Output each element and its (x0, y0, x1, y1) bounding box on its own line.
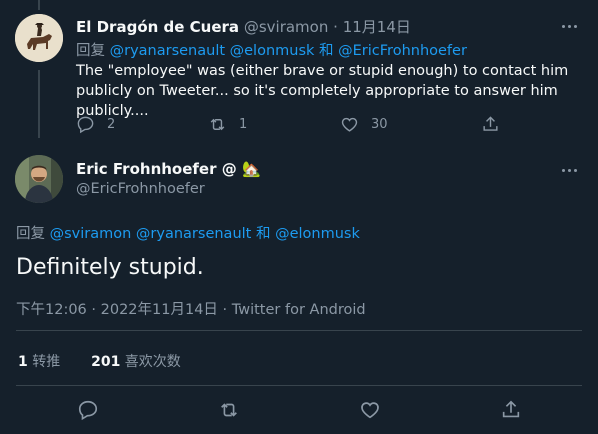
mention-link[interactable]: @sviramon (50, 226, 132, 242)
separator: · (91, 302, 97, 318)
more-icon-dot (568, 169, 571, 172)
replying-joiner: 和 (319, 43, 334, 59)
more-icon (562, 25, 565, 28)
more-options-button[interactable] (560, 160, 580, 180)
engagement-stats: 1 转推 201 喜欢次数 (18, 351, 181, 371)
replying-to: 回复 @sviramon @ryanarsenault 和 @elonmusk (16, 222, 360, 243)
replying-prefix: 回复 (76, 43, 105, 59)
house-icon: 🏡 (241, 160, 261, 178)
main-tweet-text: Definitely stupid. (16, 255, 204, 280)
divider (16, 385, 582, 386)
reply-tweet-text: The "employee" was (either brave or stup… (76, 63, 569, 119)
author-name-text: Eric Frohnhoefer @ (76, 160, 237, 178)
mention-link[interactable]: @ryanarsenault (110, 43, 225, 59)
replying-joiner: 和 (255, 226, 271, 242)
like-count: 30 (371, 116, 388, 132)
share-button[interactable] (500, 399, 522, 421)
reply-icon (78, 400, 98, 421)
person-photo-icon (15, 155, 63, 203)
more-icon-dot (568, 25, 571, 28)
more-icon-dot (574, 25, 577, 28)
retweets-stat[interactable]: 1 转推 (18, 354, 60, 370)
reply-count: 2 (107, 116, 116, 132)
replying-to: 回复 @ryanarsenault @elonmusk 和 @EricFrohn… (76, 39, 467, 60)
tweet-source[interactable]: Twitter for Android (232, 302, 366, 318)
divider (16, 330, 582, 331)
author-handle[interactable]: @EricFrohnhoefer (76, 181, 205, 197)
mention-link[interactable]: @EricFrohnhoefer (338, 43, 467, 59)
tweet-meta: 下午12:06 · 2022年11月14日 · Twitter for Andr… (16, 298, 366, 319)
like-button[interactable]: 30 (340, 113, 388, 135)
like-icon (341, 117, 358, 132)
author-name[interactable]: Eric Frohnhoefer @ 🏡 (76, 160, 261, 178)
reply-icon (77, 116, 94, 133)
reply-button[interactable]: 2 (76, 113, 115, 135)
retweet-icon (221, 403, 237, 417)
mention-link[interactable]: @ryanarsenault (136, 226, 251, 242)
reply-tweet-header: El Dragón de Cuera @sviramon · 11月14日 (76, 16, 411, 37)
retweet-button[interactable] (218, 399, 240, 421)
main-tweet-actions (0, 399, 598, 423)
reply-tweet-actions: 2 1 30 (76, 113, 516, 135)
likes-count: 201 (91, 354, 121, 370)
mention-link[interactable]: @elonmusk (230, 43, 315, 59)
author-handle[interactable]: @sviramon (244, 18, 329, 36)
tweet-date[interactable]: 11月14日 (343, 18, 411, 36)
separator: · (222, 302, 228, 318)
tweet-time[interactable]: 下午12:06 (16, 302, 87, 318)
retweet-button[interactable]: 1 (208, 113, 247, 135)
reply-button[interactable] (77, 399, 99, 421)
retweets-count: 1 (18, 354, 28, 370)
share-icon (483, 115, 498, 131)
horse-rider-icon (15, 14, 63, 62)
retweet-icon (210, 118, 225, 130)
more-icon (562, 169, 565, 172)
more-icon-dot (574, 169, 577, 172)
mention-link[interactable]: @elonmusk (275, 226, 360, 242)
likes-label: 喜欢次数 (124, 354, 181, 370)
tweet-date[interactable]: 2022年11月14日 (101, 302, 218, 318)
like-icon (361, 402, 379, 419)
author-name[interactable]: El Dragón de Cuera (76, 18, 239, 36)
thread-line-connector (38, 70, 40, 138)
share-button[interactable] (481, 113, 500, 135)
separator: · (333, 18, 338, 36)
avatar[interactable] (15, 14, 63, 62)
retweet-count: 1 (239, 116, 248, 132)
thread-line-top (38, 0, 40, 10)
avatar[interactable] (15, 155, 63, 203)
more-options-button[interactable] (560, 16, 580, 36)
likes-stat[interactable]: 201 喜欢次数 (91, 354, 181, 370)
like-button[interactable] (359, 399, 381, 421)
replying-prefix: 回复 (16, 226, 45, 242)
retweets-label: 转推 (32, 354, 61, 370)
share-icon (502, 400, 520, 418)
